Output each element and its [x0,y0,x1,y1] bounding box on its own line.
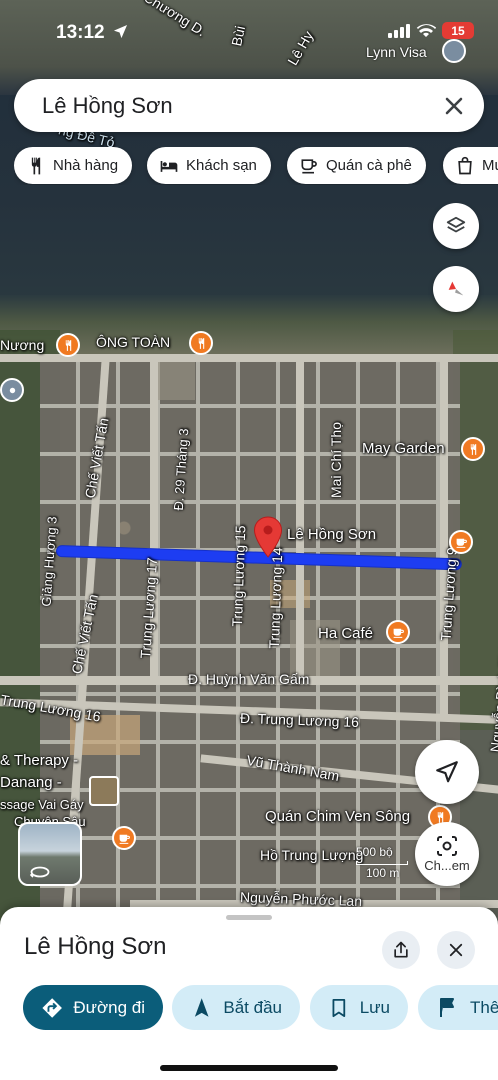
street-label: Mai Chí Thọ [328,422,344,498]
layers-icon [446,216,466,233]
camera-lens-icon [437,836,457,856]
add-label-button[interactable]: Thê [418,985,498,1030]
coffee-icon [119,834,130,844]
save-button[interactable]: Lưu [310,985,408,1030]
restaurant-icon [198,337,204,349]
chip-label: Quán cà phê [326,157,412,174]
chip-hotels[interactable]: Khách sạn [147,147,271,184]
scale-bar [356,861,408,865]
rotate-360-icon [30,866,50,878]
street-view-thumbnail[interactable] [18,822,82,886]
lens-label: Ch...em [424,858,470,873]
compass-icon [448,281,464,296]
poi-label-ha-cafe[interactable]: Ha Café [318,625,373,642]
close-icon [449,943,463,957]
share-icon [394,941,408,958]
action-label: Lưu [359,997,390,1017]
street-label: Hồ Trung Lượng [260,847,364,863]
location-arrow-icon [113,24,127,39]
chip-label: Khách sạn [186,157,257,174]
chip-label: Mu [482,157,498,174]
poi-label-therapy[interactable]: ssage Vai Gáy [0,797,84,812]
my-location-button[interactable] [415,740,479,804]
bookmark-icon [332,998,346,1017]
category-chips: Nhà hàng Khách sạn Quán cà phê Mu [14,147,498,185]
chip-label: Nhà hàng [53,157,119,174]
chip-shopping[interactable]: Mu [443,147,498,184]
place-photo-thumbnail[interactable] [89,776,119,806]
restaurant-pin[interactable] [56,333,80,357]
share-button[interactable] [382,931,420,969]
poi-label-may-garden[interactable]: May Garden [362,440,445,457]
close-button[interactable] [437,931,475,969]
action-buttons: Đường đi Bắt đầu Lưu Thê [23,985,498,1031]
street-label: ÔNG TOÀN [96,334,171,350]
circle-icon [9,387,15,393]
battery-indicator: 15 [442,22,474,39]
destination-pin-icon[interactable] [253,516,283,558]
cafe-pin[interactable] [112,826,136,850]
location-pin[interactable] [0,378,24,402]
chip-restaurants[interactable]: Nhà hàng [14,147,133,184]
navigation-arrow-icon [436,761,458,783]
search-bar[interactable]: Lê Hồng Sơn [14,79,484,132]
place-bottom-sheet[interactable]: Lê Hồng Sơn Đường đi Bắt đầu Lưu Thê [0,907,498,1080]
compass-button[interactable] [433,266,479,312]
close-icon[interactable] [440,92,468,120]
action-label: Bắt đầu [223,997,282,1017]
poi-label-therapy[interactable]: & Therapy - [0,752,78,769]
restaurant-icon [65,339,71,351]
start-button[interactable]: Bắt đầu [172,985,300,1030]
chip-coffee[interactable]: Quán cà phê [287,147,426,184]
status-icons: 15 [388,22,474,39]
time-text: 13:12 [56,22,105,43]
directions-button[interactable]: Đường đi [23,985,163,1030]
road [0,354,498,362]
cafe-pin[interactable] [449,530,473,554]
directions-icon [42,997,62,1018]
street-label: Nương [0,337,45,353]
flag-icon [440,997,454,1017]
scale-label-ft: 500 bộ [356,845,393,859]
drag-handle[interactable] [226,915,272,920]
place-title: Lê Hồng Sơn [24,933,167,960]
coffee-icon [301,158,317,173]
road [296,360,304,680]
map-label-lynn-visa: Lynn Visa [366,44,427,60]
lens-button[interactable]: Ch...em [415,822,479,886]
restaurant-icon [470,443,476,455]
shopping-bag-icon [458,156,472,174]
action-label: Đường đi [73,997,145,1017]
status-bar: 13:12 15 Lynn Visa [0,0,498,63]
poi-label-therapy[interactable]: Danang - [0,774,62,791]
poi-label-quan-chim[interactable]: Quán Chim Ven Sông [265,808,410,825]
pin-label: Lê Hồng Sơn [287,526,377,543]
cafe-pin[interactable] [386,620,410,644]
search-input[interactable]: Lê Hồng Sơn [42,93,173,119]
street-label: Đ. Huỳnh Văn Gấm [188,671,310,687]
navigation-icon [194,997,209,1017]
wifi-icon [416,23,436,37]
restaurant-icon [31,157,41,174]
coffee-icon [393,628,404,638]
status-time: 13:12 [56,22,128,44]
hotel-icon [160,160,178,172]
location-pin-icon[interactable] [442,39,466,63]
signal-icon [388,23,410,38]
restaurant-pin[interactable] [189,331,213,355]
layers-button[interactable] [433,203,479,249]
coffee-icon [456,538,467,548]
home-indicator [160,1065,338,1071]
road [440,360,448,720]
action-label: Thê [470,997,498,1017]
scale-label-m: 100 m [366,866,400,880]
restaurant-pin[interactable] [461,437,485,461]
